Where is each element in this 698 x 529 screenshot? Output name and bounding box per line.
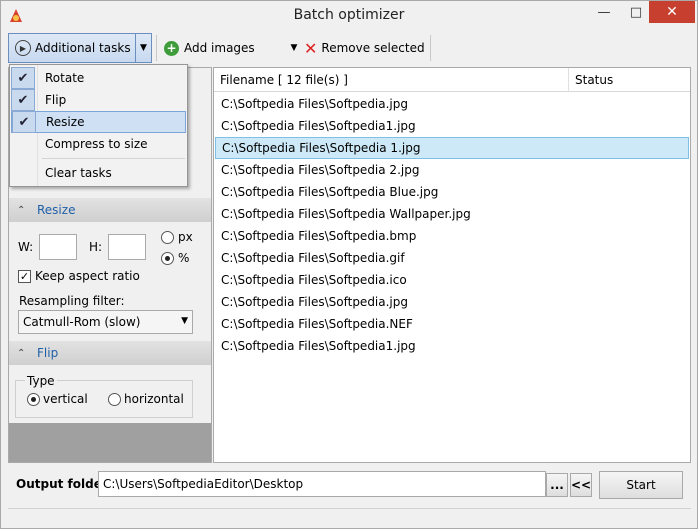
output-bar: Output folder: C:\Users\SoftpediaEditor\… [8, 465, 691, 505]
file-row[interactable]: C:\Softpedia Files\Softpedia.jpg [215, 291, 689, 313]
menu-item-label: Compress to size [45, 137, 148, 151]
start-button[interactable]: Start [599, 471, 683, 499]
title-bar[interactable]: Batch optimizer — □ ✕ [1, 1, 697, 31]
unit-px-radio[interactable] [161, 231, 174, 244]
remove-icon: ✕ [304, 38, 318, 58]
file-row[interactable]: C:\Softpedia Files\Softpedia.ico [215, 269, 689, 291]
maximize-button[interactable]: □ [621, 1, 651, 23]
flip-vertical-radio[interactable] [27, 393, 40, 406]
keep-aspect-checkbox[interactable]: ✓ [18, 270, 31, 283]
resize-section-header[interactable]: ⌃ Resize [9, 198, 211, 222]
add-icon: + [164, 40, 179, 56]
menu-item-compress[interactable]: Compress to size [11, 133, 186, 155]
file-row[interactable]: C:\Softpedia Files\Softpedia 2.jpg [215, 159, 689, 181]
back-button[interactable]: << [570, 473, 592, 497]
output-folder-input[interactable]: C:\Users\SoftpediaEditor\Desktop [98, 471, 546, 497]
menu-item-resize[interactable]: ✔ Resize [11, 111, 186, 133]
resampling-value: Catmull-Rom (slow) [23, 315, 141, 329]
resize-section-title: Resize [37, 203, 76, 217]
add-images-dropdown[interactable]: ▼ [288, 33, 300, 63]
flip-type-label: Type [25, 374, 57, 388]
width-label: W: [18, 240, 34, 254]
file-row[interactable]: C:\Softpedia Files\Softpedia.bmp [215, 225, 689, 247]
file-row[interactable]: C:\Softpedia Files\Softpedia 1.jpg [215, 137, 689, 159]
tasks-panel-empty-area [9, 423, 211, 462]
check-icon: ✔ [11, 89, 35, 111]
additional-tasks-button[interactable]: ▶ Additional tasks ▼ [8, 33, 152, 63]
column-filename[interactable]: Filename [ 12 file(s) ] [214, 68, 569, 92]
toolbar-separator [156, 35, 157, 61]
unit-percent-radio[interactable] [161, 252, 174, 265]
play-icon: ▶ [15, 40, 31, 56]
additional-tasks-menu: ✔ Rotate ✔ Flip ✔ Resize Compress to siz… [9, 64, 188, 187]
unit-percent-label: % [178, 251, 190, 265]
file-row[interactable]: C:\Softpedia Files\Softpedia1.jpg [215, 115, 689, 137]
column-status[interactable]: Status [569, 68, 690, 92]
check-icon: ✓ [19, 270, 30, 283]
file-row[interactable]: C:\Softpedia Files\Softpedia.NEF [215, 313, 689, 335]
collapse-icon: ⌃ [17, 204, 26, 216]
resampling-select[interactable]: Catmull-Rom (slow) ▼ [18, 310, 193, 334]
flip-horizontal-label: horizontal [124, 392, 184, 406]
minimize-icon: — [597, 4, 611, 20]
menu-item-label: Rotate [45, 71, 85, 85]
file-row[interactable]: C:\Softpedia Files\Softpedia.jpg [215, 93, 689, 115]
file-row[interactable]: C:\Softpedia Files\Softpedia1.jpg [215, 335, 689, 357]
check-icon: ✔ [12, 111, 36, 133]
status-bar [8, 508, 691, 524]
file-row[interactable]: C:\Softpedia Files\Softpedia Blue.jpg [215, 181, 689, 203]
keep-aspect-label: Keep aspect ratio [35, 269, 140, 283]
menu-item-rotate[interactable]: ✔ Rotate [11, 67, 186, 89]
remove-selected-button[interactable]: ✕ Remove selected [304, 33, 429, 63]
resampling-label: Resampling filter: [19, 294, 125, 308]
unit-px-label: px [178, 230, 193, 244]
file-row[interactable]: C:\Softpedia Files\Softpedia.gif [215, 247, 689, 269]
height-input[interactable] [108, 234, 146, 260]
menu-separator [42, 158, 185, 159]
menu-item-label: Resize [46, 115, 85, 129]
collapse-icon: ⌃ [17, 347, 26, 359]
minimize-button[interactable]: — [589, 1, 619, 23]
maximize-icon: □ [629, 4, 643, 20]
file-list[interactable]: Filename [ 12 file(s) ] Status C:\Softpe… [213, 67, 691, 463]
menu-item-label: Flip [45, 93, 67, 107]
menu-item-label: Clear tasks [45, 166, 112, 180]
height-label: H: [89, 240, 103, 254]
flip-section-header[interactable]: ⌃ Flip [9, 341, 211, 365]
flip-horizontal-radio[interactable] [108, 393, 121, 406]
close-button[interactable]: ✕ [649, 1, 695, 23]
width-input[interactable] [39, 234, 77, 260]
add-images-button[interactable]: + Add images [164, 33, 274, 63]
menu-item-clear-tasks[interactable]: Clear tasks [11, 162, 186, 184]
browse-button[interactable]: ... [546, 473, 568, 497]
chevron-down-icon: ▼ [290, 43, 298, 53]
additional-tasks-dropdown[interactable]: ▼ [135, 34, 151, 62]
close-icon: ✕ [666, 4, 678, 20]
file-row[interactable]: C:\Softpedia Files\Softpedia Wallpaper.j… [215, 203, 689, 225]
chevron-down-icon: ▼ [140, 43, 147, 53]
flip-vertical-label: vertical [43, 392, 88, 406]
add-images-label: Add images [184, 41, 255, 55]
check-placeholder [11, 162, 35, 184]
chevron-down-icon: ▼ [181, 316, 188, 326]
file-list-header: Filename [ 12 file(s) ] Status [214, 68, 690, 92]
remove-selected-label: Remove selected [321, 41, 425, 55]
check-placeholder [11, 133, 35, 155]
additional-tasks-label: Additional tasks [35, 41, 131, 55]
toolbar: ▶ Additional tasks ▼ + Add images ▼ ✕ Re… [4, 31, 694, 65]
batch-optimizer-window: Batch optimizer — □ ✕ ▶ Additional tasks… [0, 0, 698, 529]
check-icon: ✔ [11, 67, 35, 89]
toolbar-separator [430, 35, 431, 61]
flip-section-title: Flip [37, 346, 59, 360]
menu-item-flip[interactable]: ✔ Flip [11, 89, 186, 111]
